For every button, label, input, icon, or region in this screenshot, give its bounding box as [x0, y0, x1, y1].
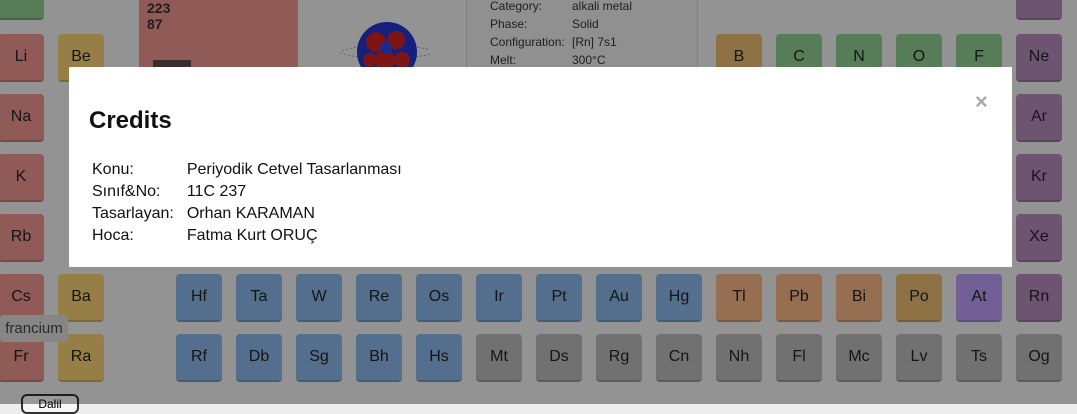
- close-icon[interactable]: ×: [975, 89, 988, 115]
- credits-row: Sınıf&No: 11C 237: [89, 181, 405, 203]
- credits-value: 11C 237: [186, 183, 247, 200]
- credits-label: Tasarlayan:: [92, 205, 174, 222]
- credits-label: Hoca:: [92, 227, 134, 244]
- credits-value: Fatma Kurt ORUÇ: [186, 227, 318, 244]
- credits-label: Konu:: [92, 161, 134, 178]
- modal-title: Credits: [89, 107, 172, 134]
- credits-row: Konu: Periyodik Cetvel Tasarlanması: [89, 159, 405, 181]
- credits-table: Konu: Periyodik Cetvel Tasarlanması Sını…: [89, 159, 405, 247]
- credits-label: Sınıf&No:: [92, 183, 161, 200]
- credits-value: Orhan KARAMAN: [186, 205, 315, 222]
- credits-row: Tasarlayan: Orhan KARAMAN: [89, 203, 405, 225]
- credits-modal: Credits × Konu: Periyodik Cetvel Tasarla…: [69, 67, 1012, 267]
- credits-row: Hoca: Fatma Kurt ORUÇ: [89, 225, 405, 247]
- credits-value: Periyodik Cetvel Tasarlanması: [186, 161, 402, 178]
